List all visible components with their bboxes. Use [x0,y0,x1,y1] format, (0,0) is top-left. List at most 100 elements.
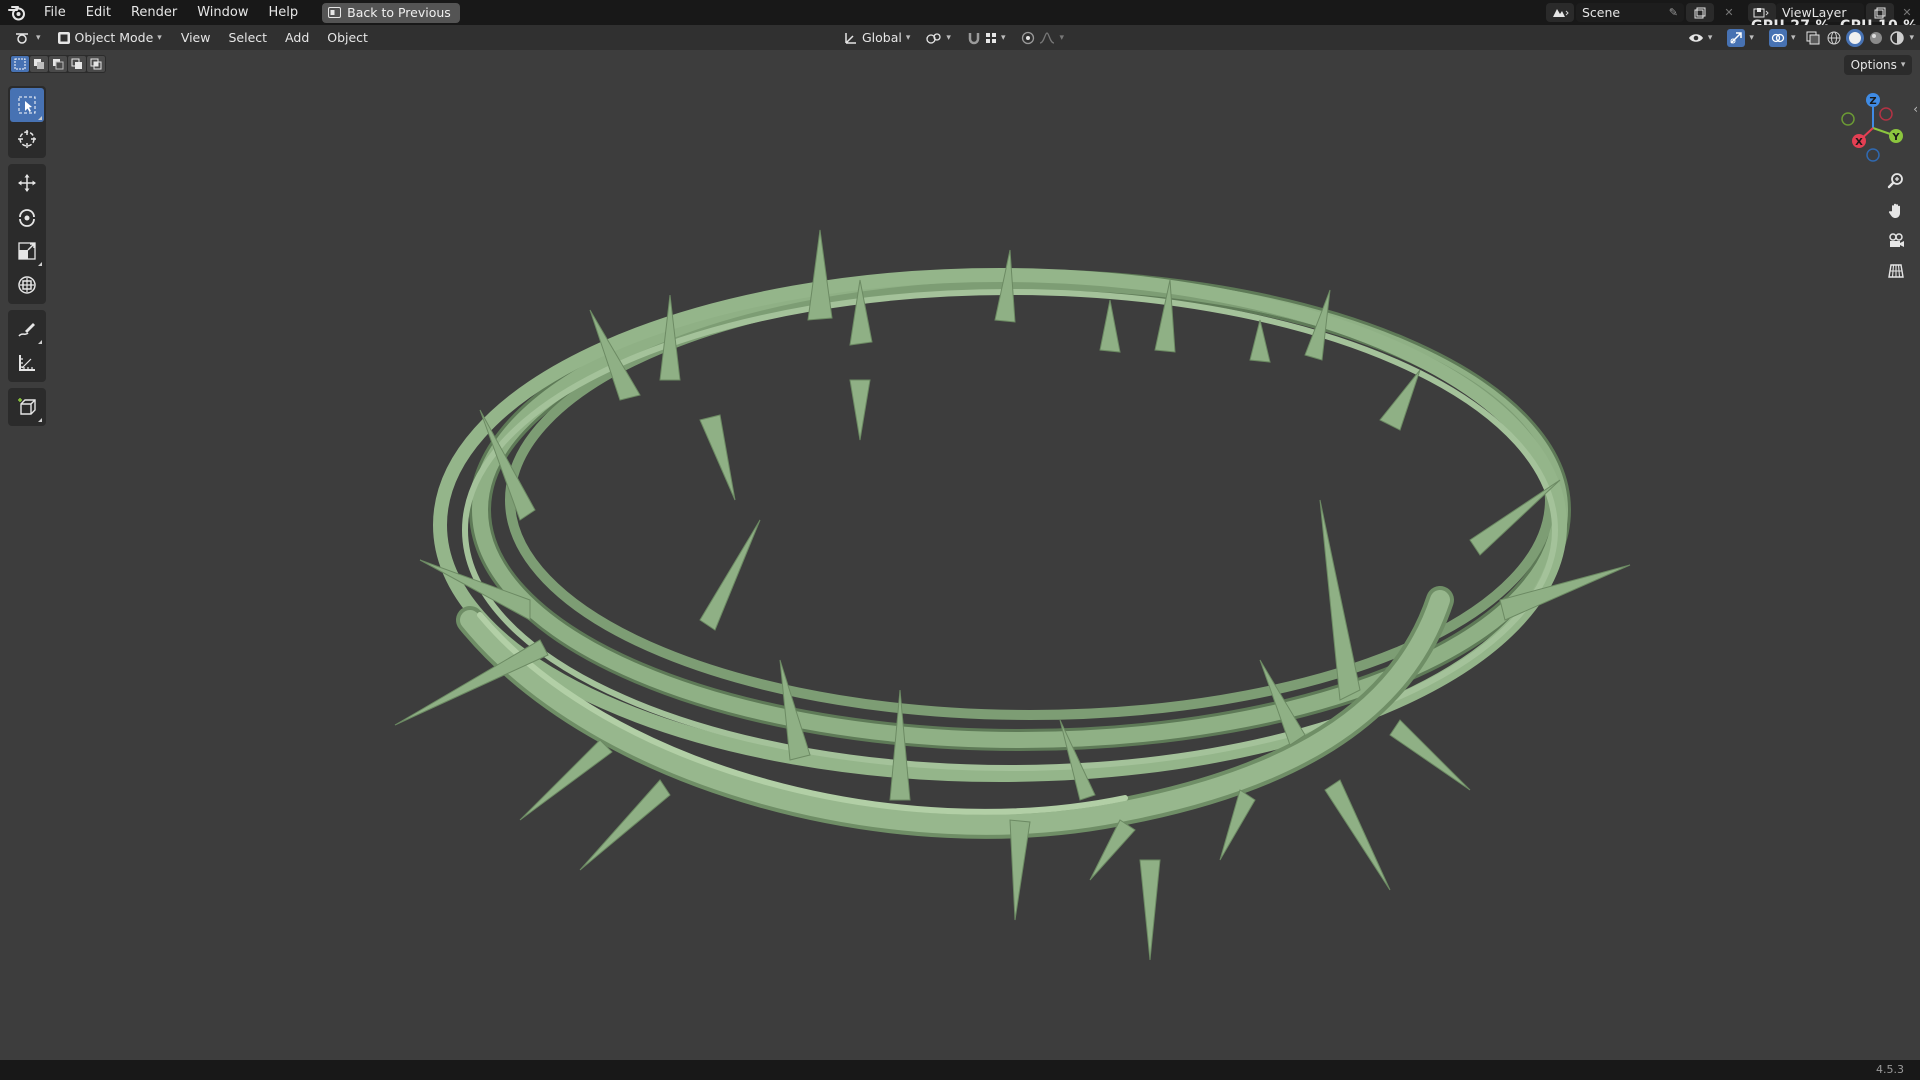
move-tool[interactable] [10,166,44,200]
add-cube-icon [18,398,36,415]
rotate-tool[interactable] [10,200,44,234]
orientation-icon [845,32,856,44]
axis-neg-x-handle[interactable] [1879,107,1893,121]
shading-options-chevron-icon[interactable]: ▾ [1909,33,1914,43]
tool-group-annotate [8,310,46,382]
viewlayer-icon [1753,7,1769,17]
perspective-toggle-button[interactable] [1881,258,1911,284]
menu-render[interactable]: Render [121,0,187,25]
menu-view[interactable]: View [172,25,220,50]
navigation-gizmo[interactable]: Z Y X [1826,88,1920,168]
object-mode-icon [57,31,70,44]
chevron-down-icon: ▾ [1900,60,1906,70]
transform-orientation-dropdown[interactable]: Global ▾ [838,28,916,48]
tool-variants-corner [38,262,42,266]
select-intersect-icon [90,58,102,70]
transform-icon [18,276,36,294]
options-label: Options [1850,58,1897,72]
eye-icon [1688,33,1703,42]
select-invert-icon [71,58,82,69]
menu-add[interactable]: Add [276,25,318,50]
menu-file[interactable]: File [34,0,76,25]
pan-button[interactable] [1881,198,1911,224]
add-cube-tool[interactable] [10,390,44,424]
rotate-icon [19,209,35,227]
select-extend-icon [34,59,44,69]
chevron-down-icon: ▾ [1749,32,1754,43]
scale-tool[interactable] [10,234,44,268]
xray-toggle-icon[interactable] [1804,29,1822,47]
back-to-previous-label: Back to Previous [347,5,451,20]
pivot-point-dropdown[interactable]: ▾ [920,28,957,48]
wireframe-shading-icon[interactable] [1825,29,1843,47]
overlays-toggle[interactable]: ▾ [1763,28,1802,48]
navigation-tools [1881,168,1911,284]
axis-x-label: X [1855,137,1863,148]
select-subtract-mode[interactable] [49,56,67,72]
grid-icon [1888,264,1904,278]
3d-viewport-icon [16,32,28,44]
object-mode-label: Object Mode [74,30,154,45]
delete-scene-icon[interactable]: ✕ [1720,4,1738,22]
transform-tool[interactable] [10,268,44,302]
top-menubar: File Edit Render Window Help Back to Pre… [0,0,1920,25]
zoom-button[interactable] [1881,168,1911,194]
annotate-tool[interactable] [10,312,44,346]
falloff-icon [1040,31,1055,44]
menu-help[interactable]: Help [259,0,309,25]
menu-select[interactable]: Select [219,25,276,50]
scene-icon [1553,8,1569,17]
transform-controls: Global ▾ ▾ ▾ ▾ [838,25,1070,50]
proportional-icon [1022,31,1035,44]
editor-type-button[interactable]: ▾ [8,28,47,48]
camera-view-button[interactable] [1881,228,1911,254]
chevron-down-icon: ▾ [905,32,911,43]
pin-icon[interactable]: ✎ [1669,6,1678,19]
gizmo-icon [1727,28,1746,47]
viewport-canvas[interactable] [0,50,1920,1060]
tool-variants-corner [38,418,42,422]
menu-object[interactable]: Object [318,25,377,50]
chevron-down-icon: ▾ [946,32,951,43]
scene-name: Scene [1582,5,1621,20]
new-scene-button[interactable] [1686,3,1714,22]
select-intersect-mode[interactable] [87,56,105,72]
menu-window[interactable]: Window [187,0,258,25]
solid-shading-icon[interactable] [1846,28,1865,47]
object-mode-dropdown[interactable]: Object Mode ▾ [51,28,168,48]
visibility-dropdown[interactable]: ▾ [1682,28,1719,48]
scene-browse-button[interactable] [1546,3,1574,22]
axis-y-label: Y [1891,132,1900,143]
select-new-icon [14,58,26,70]
tool-group-select [8,86,46,158]
zoom-icon [1887,173,1903,189]
axis-neg-y-handle[interactable] [1841,112,1855,126]
status-bar: 4.5.3 [0,1060,1920,1080]
axis-neg-z-handle[interactable] [1866,148,1880,162]
blender-logo-icon[interactable] [0,0,34,25]
rendered-shading-icon[interactable] [1888,29,1906,47]
select-new-mode[interactable] [11,56,29,72]
cursor-tool[interactable] [10,122,44,156]
back-to-previous-button[interactable]: Back to Previous [322,2,460,23]
snap-toggle[interactable]: ▾ [961,28,1012,48]
menu-edit[interactable]: Edit [76,0,121,25]
scene-name-field[interactable]: Scene ✎ [1576,3,1684,22]
sidebar-toggle-chevron-icon[interactable]: ‹ [1913,102,1918,116]
select-box-tool[interactable] [10,88,44,122]
move-icon [18,174,36,192]
overlays-icon [1768,28,1787,47]
proportional-edit-toggle[interactable]: ▾ [1015,28,1070,48]
gizmo-toggle[interactable]: ▾ [1721,28,1760,48]
material-shading-icon[interactable] [1867,29,1885,47]
pivot-icon [926,32,942,44]
snap-grid-icon [985,32,996,43]
chevron-down-icon: ▾ [36,32,41,43]
measure-tool[interactable] [10,346,44,380]
options-dropdown[interactable]: Options ▾ [1844,55,1912,75]
select-invert-mode[interactable] [68,56,86,72]
screen-icon [328,7,342,18]
chevron-down-icon: ▾ [1059,32,1064,43]
version-label: 4.5.3 [1876,1063,1904,1076]
select-extend-mode[interactable] [30,56,48,72]
